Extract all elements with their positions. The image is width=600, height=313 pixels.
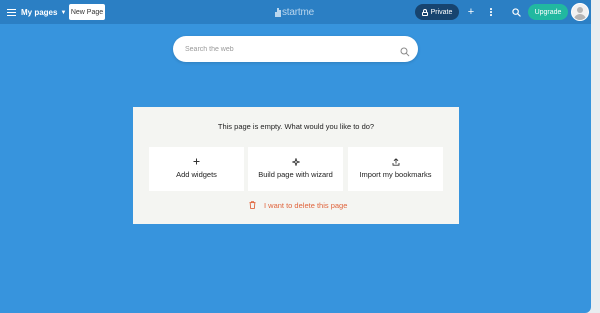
more-options-icon[interactable] bbox=[484, 5, 498, 19]
private-label: Private bbox=[430, 8, 453, 16]
import-bookmarks-label: Import my bookmarks bbox=[359, 170, 432, 179]
empty-page-panel: This page is empty. What would you like … bbox=[133, 107, 459, 224]
search-input[interactable] bbox=[185, 42, 385, 56]
avatar[interactable] bbox=[571, 3, 589, 21]
empty-page-message: This page is empty. What would you like … bbox=[217, 122, 375, 131]
build-with-wizard-button[interactable]: Build page with wizard bbox=[248, 147, 343, 191]
sparkle-icon bbox=[248, 158, 343, 166]
startme-logo[interactable]: startme bbox=[275, 6, 314, 18]
search-bar bbox=[173, 36, 418, 62]
plus-icon bbox=[149, 158, 244, 165]
trash-icon bbox=[249, 196, 256, 214]
search-submit-icon[interactable] bbox=[400, 44, 410, 57]
logo-text: startme bbox=[282, 6, 314, 18]
logo-icon bbox=[275, 7, 281, 17]
delete-page-link[interactable]: I want to delete this page bbox=[249, 200, 347, 210]
hamburger-icon bbox=[7, 8, 16, 16]
import-bookmarks-button[interactable]: Import my bookmarks bbox=[348, 147, 443, 191]
my-pages-label: My pages bbox=[21, 7, 58, 17]
add-widgets-button[interactable]: Add widgets bbox=[149, 147, 244, 191]
app-frame: My pages ▼ New Page startme Private + Up… bbox=[0, 0, 591, 313]
top-bar: My pages ▼ New Page startme Private + Up… bbox=[0, 0, 591, 24]
add-widgets-label: Add widgets bbox=[176, 170, 217, 179]
my-pages-menu[interactable]: My pages ▼ bbox=[7, 5, 66, 19]
chevron-down-icon: ▼ bbox=[60, 9, 67, 16]
upload-icon bbox=[348, 158, 443, 166]
build-with-wizard-label: Build page with wizard bbox=[258, 170, 333, 179]
delete-page-label: I want to delete this page bbox=[264, 200, 348, 210]
lock-icon bbox=[421, 8, 428, 16]
search-icon[interactable] bbox=[509, 5, 523, 19]
private-toggle-button[interactable]: Private bbox=[415, 4, 459, 20]
upgrade-button[interactable]: Upgrade bbox=[528, 4, 568, 20]
new-page-button[interactable]: New Page bbox=[69, 4, 105, 20]
add-icon[interactable]: + bbox=[464, 5, 478, 19]
